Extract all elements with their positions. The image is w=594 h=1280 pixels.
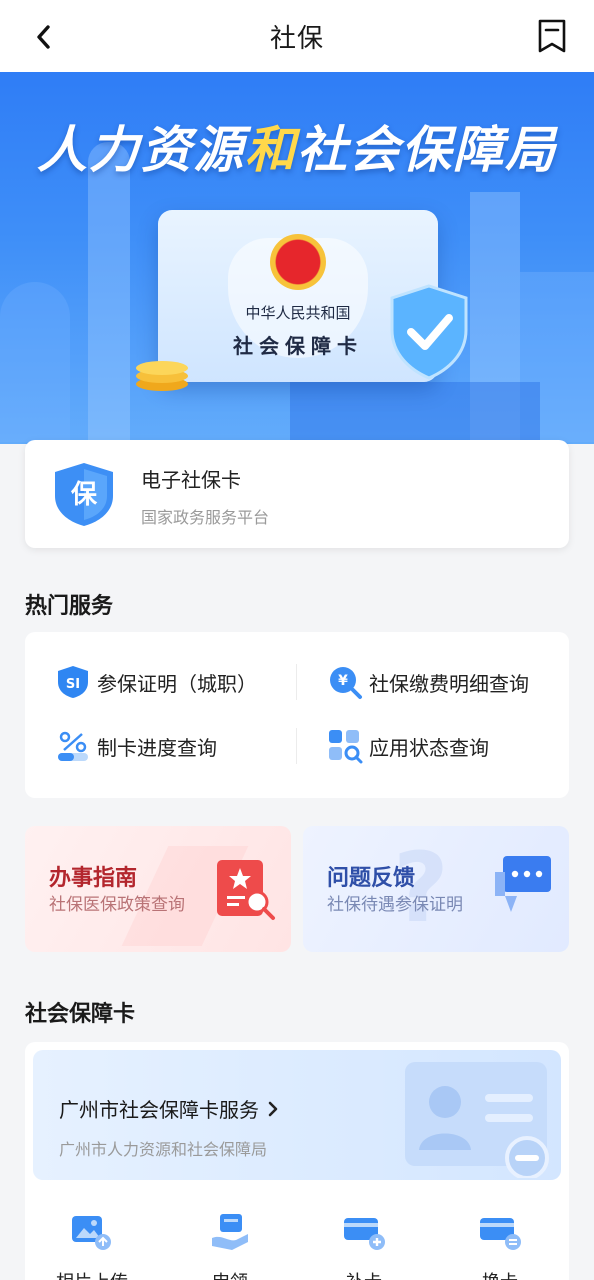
item-photo-upload-label: 相片上传 xyxy=(42,1268,142,1280)
card-service-title: 广州市社会保障卡服务 xyxy=(59,1094,279,1123)
bookmark-button[interactable] xyxy=(536,18,568,54)
check-shield-icon xyxy=(390,284,468,380)
tile-feedback-subtitle: 社保待遇参保证明 xyxy=(327,895,463,915)
service-insurance-certificate[interactable]: SI 参保证明（城职） xyxy=(55,662,257,702)
progress-icon xyxy=(58,731,88,761)
item-card-replace-label: 换卡 xyxy=(450,1268,550,1280)
item-apply[interactable]: 申领 xyxy=(180,1212,280,1280)
chevron-left-icon xyxy=(37,25,50,49)
item-card-reissue[interactable]: 补卡 xyxy=(314,1212,414,1280)
service-payment-details[interactable]: ¥ 社保缴费明细查询 xyxy=(327,662,529,702)
hero-banner: 人力资源和社会保障局 中华人民共和国 社会保障卡 xyxy=(0,72,594,444)
tile-guide-title: 办事指南 xyxy=(49,866,138,891)
item-apply-label: 申领 xyxy=(180,1268,280,1280)
card-service-subtitle: 广州市人力资源和社会保障局 xyxy=(59,1140,268,1159)
card-add-icon xyxy=(344,1218,385,1250)
hot-services-panel: SI 参保证明（城职） ¥ 社保缴费明细查询 制卡进度查询 应用状态查询 xyxy=(25,632,569,798)
item-photo-upload[interactable]: 相片上传 xyxy=(42,1212,142,1280)
banner-title: 人力资源和社会保障局 xyxy=(37,121,557,179)
bookmark-icon xyxy=(538,19,566,53)
page-title: 社保 xyxy=(269,23,324,54)
card-swap-icon xyxy=(480,1218,521,1250)
document-star-icon xyxy=(217,860,275,920)
tile-feedback[interactable]: ? 问题反馈 社保待遇参保证明 xyxy=(303,826,569,952)
card-section-title: 社会保障卡 xyxy=(25,1002,136,1027)
tile-guide-subtitle: 社保医保政策查询 xyxy=(49,895,185,915)
hot-services-title: 热门服务 xyxy=(25,594,114,619)
e-social-security-card[interactable]: 保 电子社保卡 国家政务服务平台 xyxy=(25,440,569,548)
photo-upload-icon xyxy=(72,1216,111,1250)
chat-bubble-icon xyxy=(495,856,551,912)
yuan-search-icon: ¥ xyxy=(330,667,362,699)
chevron-right-icon xyxy=(268,1101,278,1116)
si-shield-icon: SI xyxy=(58,666,88,698)
national-emblem-icon xyxy=(270,234,326,290)
apply-icon xyxy=(212,1214,248,1250)
item-card-reissue-label: 补卡 xyxy=(314,1268,414,1280)
top-bar: 社保 xyxy=(0,0,594,72)
ecard-icon-char: 保 xyxy=(70,480,97,510)
tile-service-guide[interactable]: 办事指南 社保医保政策查询 xyxy=(25,826,291,952)
svg-text:¥: ¥ xyxy=(338,673,348,689)
service-card-progress[interactable]: 制卡进度查询 xyxy=(55,726,217,766)
back-button[interactable] xyxy=(28,22,58,52)
guangzhou-card-service-banner[interactable]: 广州市社会保障卡服务 广州市人力资源和社会保障局 xyxy=(33,1050,561,1180)
apps-search-icon xyxy=(329,730,363,764)
service-application-status[interactable]: 应用状态查询 xyxy=(327,726,489,766)
ecard-title: 电子社保卡 xyxy=(141,468,241,492)
item-card-replace[interactable]: 换卡 xyxy=(450,1212,550,1280)
coins-icon xyxy=(136,361,188,391)
tile-feedback-title: 问题反馈 xyxy=(327,866,416,891)
id-card-icon xyxy=(405,1062,549,1178)
svg-text:SI: SI xyxy=(66,677,80,692)
ecard-subtitle: 国家政务服务平台 xyxy=(141,508,270,527)
